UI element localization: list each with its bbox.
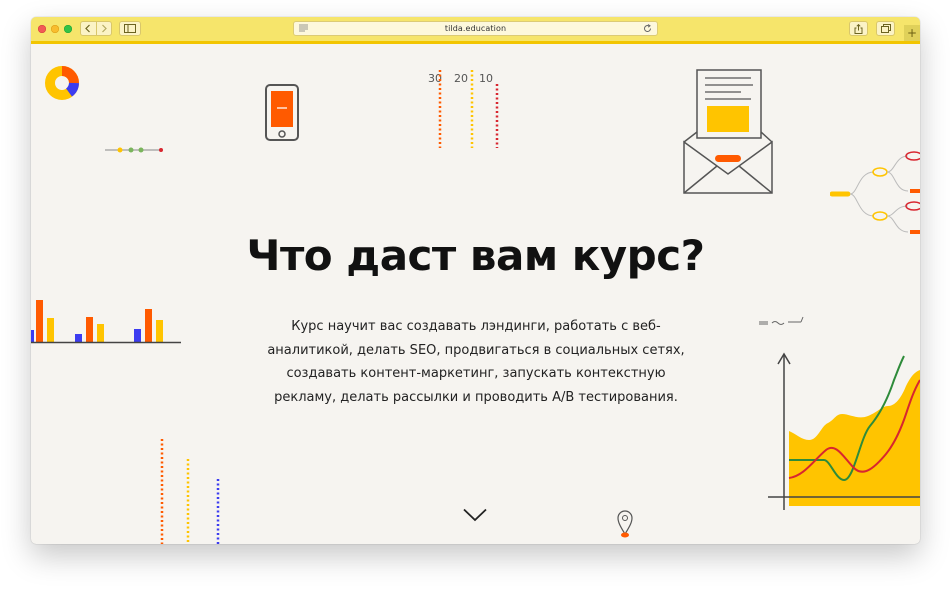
ruler-label-10: 10 <box>479 72 493 85</box>
share-button[interactable] <box>849 21 868 36</box>
plus-icon: + <box>906 26 918 40</box>
location-pin-icon <box>617 510 633 538</box>
chevron-right-icon <box>101 24 107 33</box>
url-text: tilda.education <box>444 24 507 33</box>
navigation-buttons <box>80 21 112 36</box>
squiggle-icon <box>759 316 804 325</box>
sidebar-icon <box>124 24 136 33</box>
bar-chart-icon <box>31 300 181 344</box>
growth-chart-icon <box>768 352 920 510</box>
sidebar-toggle-button[interactable] <box>119 21 141 36</box>
email-newsletter-icon <box>683 69 773 194</box>
browser-window: tilda.education + 30 20 10 Что даст вам … <box>31 17 920 544</box>
chevron-left-icon <box>85 24 91 33</box>
tree-diagram-icon <box>830 151 920 234</box>
ruler-bars-icon: 30 20 10 <box>428 70 499 148</box>
reload-icon[interactable] <box>643 24 652 33</box>
forward-button[interactable] <box>95 22 112 35</box>
chevron-down-icon[interactable] <box>463 508 487 522</box>
new-tab-button[interactable]: + <box>904 25 920 41</box>
tabs-icon <box>880 24 891 33</box>
donut-chart-icon <box>45 66 79 100</box>
maximize-window-button[interactable] <box>64 25 72 33</box>
share-icon <box>854 23 863 34</box>
dashed-bars-icon <box>160 439 220 544</box>
back-button[interactable] <box>81 22 96 35</box>
close-window-button[interactable] <box>38 25 46 33</box>
page-title: Что даст вам курс? <box>246 231 705 280</box>
timeline-dots-icon <box>105 147 163 153</box>
mobile-phone-icon <box>265 84 299 141</box>
browser-toolbar: tilda.education + <box>31 17 920 44</box>
minimize-window-button[interactable] <box>51 25 59 33</box>
ruler-label-30: 30 <box>428 72 442 85</box>
course-description: Курс научит вас создавать лэндинги, рабо… <box>267 319 685 405</box>
show-tabs-button[interactable] <box>876 21 895 36</box>
address-bar[interactable]: tilda.education <box>293 21 658 36</box>
page-content: 30 20 10 Что даст вам курс? Курс научит … <box>31 44 920 544</box>
ruler-label-20: 20 <box>454 72 468 85</box>
